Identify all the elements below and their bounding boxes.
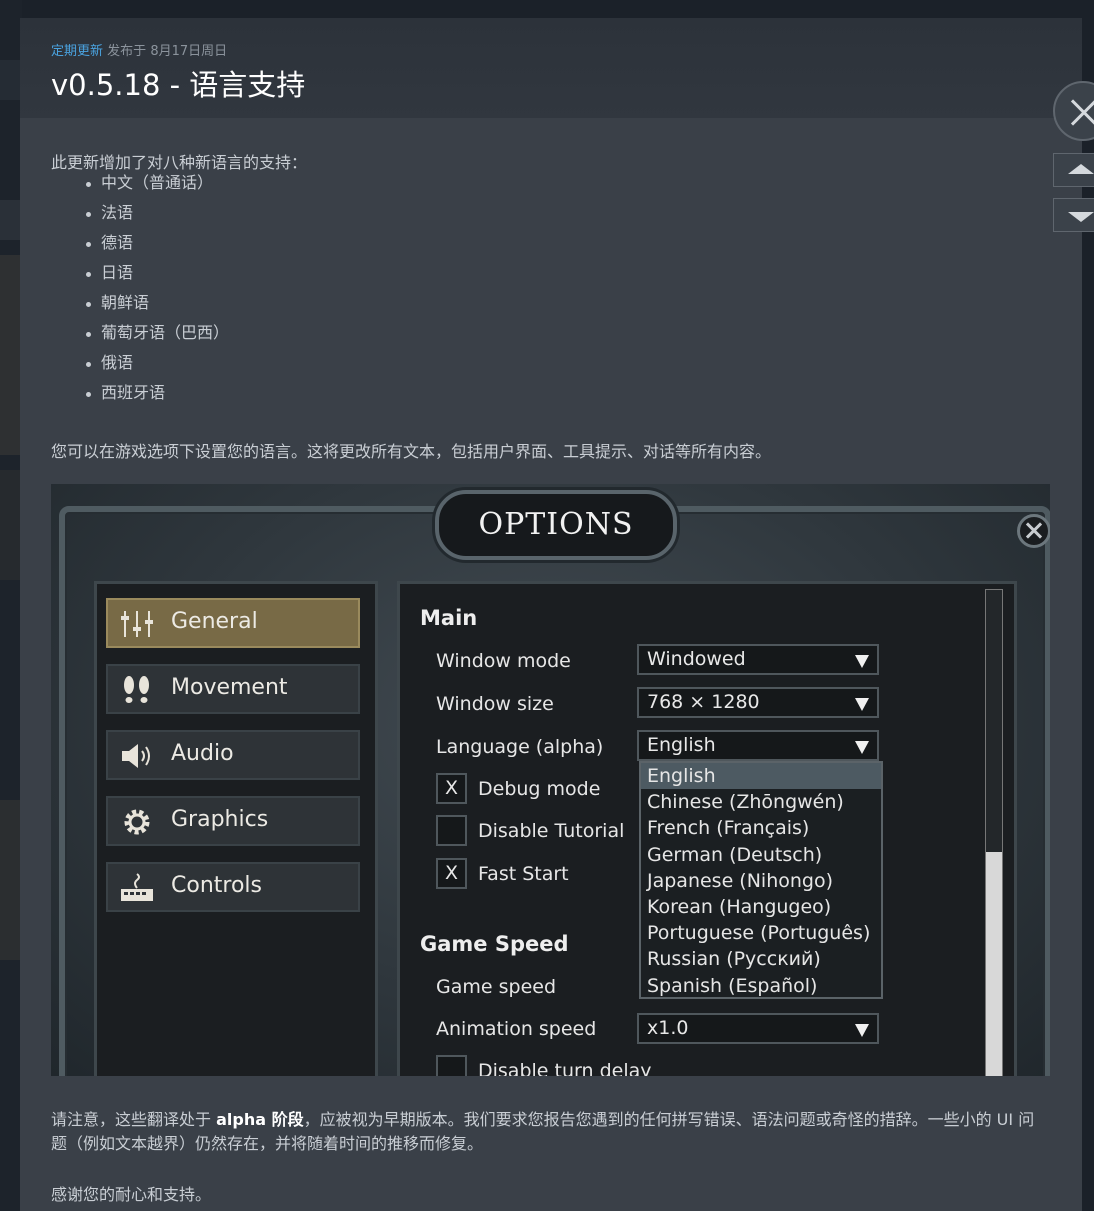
list-item: 法语 (85, 201, 229, 231)
options-scrollbar (985, 589, 1003, 1076)
language-option-portuguese: Portuguese (Português) (647, 922, 871, 945)
post-meta: 定期更新 发布于 8月17日周日 (51, 40, 227, 59)
caret-down-icon (855, 1024, 869, 1037)
animation-speed-label: Animation speed (436, 1018, 597, 1040)
footprints-icon (124, 676, 149, 703)
language-option-french: French (Français) (647, 817, 810, 840)
language-option-russian: Russian (Русский) (647, 948, 821, 971)
post-date: 8月17日周日 (150, 44, 228, 59)
caret-down-icon (855, 741, 869, 754)
disable-turn-delay-label: Disable turn delay (478, 1060, 652, 1076)
sidebar-item-movement: Movement (106, 664, 360, 714)
gear-icon (124, 809, 150, 835)
disable-turn-delay-checkbox (436, 1055, 467, 1076)
thanks-paragraph: 感谢您的耐心和支持。 (51, 1185, 212, 1204)
intro-text: 此更新增加了对八种新语言的支持： (51, 153, 308, 172)
language-dropdown-list: English Chinese (Zhōngwén) French (Franç… (639, 761, 883, 999)
game-speed-section-title: Game Speed (420, 932, 569, 956)
dropdown-value: English (647, 734, 716, 756)
sidebar-item-label: Graphics (171, 807, 269, 832)
fast-start-label: Fast Start (478, 863, 569, 885)
language-option-german: German (Deutsch) (647, 843, 823, 866)
post-title: v0.5.18 - 语言支持 (51, 68, 306, 102)
window-mode-label: Window mode (436, 650, 571, 672)
language-settings-paragraph: 您可以在游戏选项下设置您的语言。这将更改所有文本，包括用户界面、工具提示、对话等… (51, 442, 772, 461)
arrow-up-icon (1068, 164, 1094, 174)
dropdown-value: x1.0 (647, 1017, 689, 1039)
sidebar-item-general: General (106, 598, 360, 648)
caret-down-icon (855, 655, 869, 668)
background-app (0, 0, 22, 1211)
list-item: 俄语 (85, 351, 229, 381)
language-option-chinese: Chinese (Zhōngwén) (647, 791, 844, 814)
options-close-icon (1017, 514, 1050, 548)
dropdown-value: Windowed (647, 648, 746, 670)
disable-tutorial-label: Disable Tutorial (478, 820, 625, 842)
fast-start-checkbox: X (436, 858, 467, 889)
sidebar-item-audio: Audio (106, 730, 360, 780)
window-size-dropdown: 768 × 1280 (637, 687, 879, 718)
list-item: 西班牙语 (85, 381, 229, 411)
language-list: 中文（普通话） 法语 德语 日语 朝鲜语 葡萄牙语（巴西） 俄语 西班牙语 (85, 171, 229, 411)
main-section-title: Main (420, 606, 478, 630)
window-mode-dropdown: Windowed (637, 644, 879, 675)
sidebar-item-label: Controls (171, 873, 262, 898)
notice-text-start: 请注意，这些翻译处于 (51, 1110, 217, 1129)
published-prefix: 发布于 (107, 44, 147, 59)
previous-event-button[interactable] (1053, 153, 1094, 187)
keyboard-icon (121, 873, 153, 901)
sliders-icon (121, 611, 153, 637)
sidebar-item-label: General (171, 609, 258, 634)
language-option-japanese: Japanese (Nihongo) (647, 869, 834, 892)
next-event-button[interactable] (1053, 198, 1094, 232)
alpha-notice-paragraph: 请注意，这些翻译处于 alpha 阶段，应被视为早期版本。我们要求您报告您遇到的… (51, 1108, 1046, 1156)
modal-header: 定期更新 发布于 8月17日周日 v0.5.18 - 语言支持 (20, 18, 1082, 118)
language-option-english: English (641, 763, 881, 790)
disable-tutorial-checkbox (436, 815, 467, 846)
sidebar-item-controls: Controls (106, 862, 360, 912)
debug-mode-label: Debug mode (478, 778, 601, 800)
list-item: 日语 (85, 261, 229, 291)
options-banner: OPTIONS (435, 490, 677, 560)
alpha-stage-bold: alpha 阶段 (216, 1110, 304, 1129)
language-dropdown: English (637, 730, 879, 761)
sidebar-item-graphics: Graphics (106, 796, 360, 846)
language-label: Language (alpha) (436, 736, 604, 758)
options-sidebar: General Movement Audio Graphics Controls (94, 581, 378, 1076)
options-banner-text: OPTIONS (478, 507, 634, 542)
window-size-label: Window size (436, 693, 554, 715)
list-item: 中文（普通话） (85, 171, 229, 201)
list-item: 葡萄牙语（巴西） (85, 321, 229, 351)
list-item: 朝鲜语 (85, 291, 229, 321)
language-option-spanish: Spanish (Español) (647, 974, 818, 997)
list-item: 德语 (85, 231, 229, 261)
arrow-down-icon (1068, 212, 1094, 222)
debug-mode-checkbox: X (436, 773, 467, 804)
sidebar-item-label: Audio (171, 741, 234, 766)
options-screenshot-image: OPTIONS General Movement Audio Graphics … (51, 484, 1050, 1076)
game-speed-label: Game speed (436, 976, 557, 998)
animation-speed-dropdown: x1.0 (637, 1013, 879, 1044)
options-scrollbar-thumb (986, 590, 1002, 852)
category-link[interactable]: 定期更新 (51, 44, 103, 59)
speaker-icon (122, 744, 150, 768)
dropdown-value: 768 × 1280 (647, 691, 760, 713)
language-option-korean: Korean (Hangugeo) (647, 895, 832, 918)
caret-down-icon (855, 698, 869, 711)
sidebar-item-label: Movement (171, 675, 288, 700)
